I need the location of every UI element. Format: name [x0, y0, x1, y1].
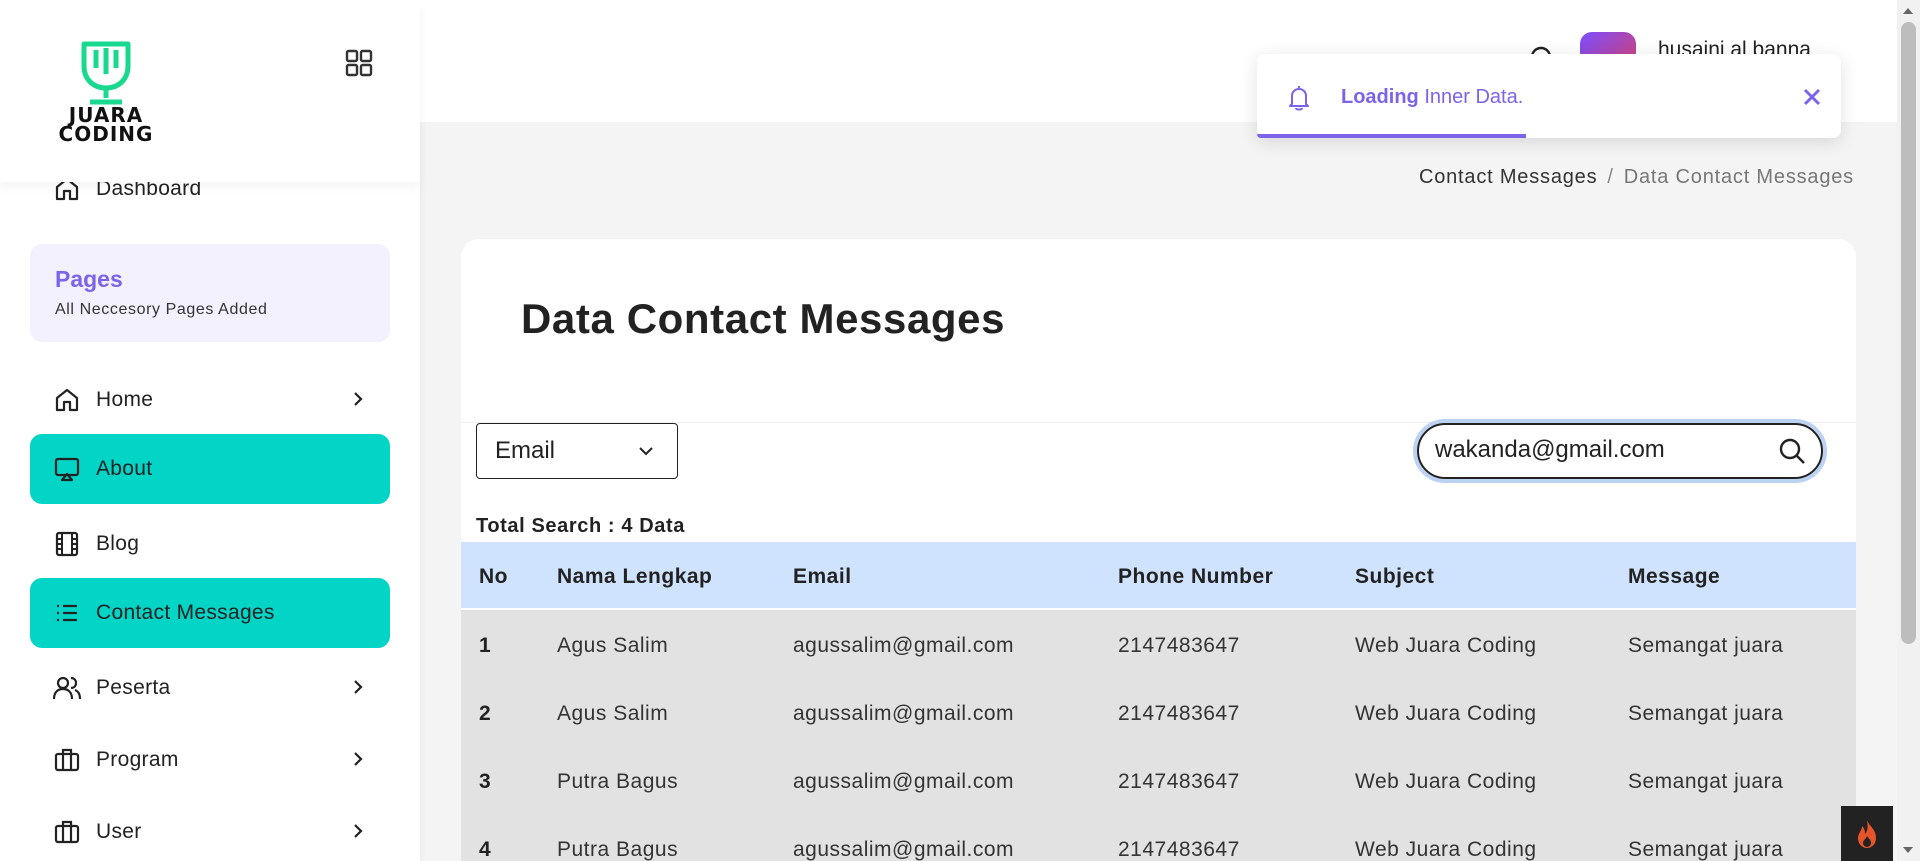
sidebar-item-label: Peserta: [96, 676, 171, 699]
briefcase-icon: [52, 817, 82, 847]
scroll-up-arrow-icon[interactable]: [1903, 8, 1913, 14]
cell-subject: Web Juara Coding: [1355, 770, 1537, 793]
presentation-icon: [52, 454, 82, 484]
cell-phone-number: 2147483647: [1118, 634, 1240, 657]
contact-messages-table: No Nama Lengkap Email Phone Number Subje…: [461, 542, 1856, 861]
table-row[interactable]: 2 Agus Salim agussalim@gmail.com 2147483…: [461, 678, 1856, 746]
toast-progress-bar: [1257, 134, 1526, 138]
cell-no: 2: [479, 702, 492, 725]
column-header-message[interactable]: Message: [1628, 565, 1720, 589]
cell-email: agussalim@gmail.com: [793, 838, 1015, 861]
home-icon: [52, 385, 82, 415]
toast-close-button[interactable]: [1799, 84, 1825, 110]
sidebar-item-peserta[interactable]: Peserta: [30, 653, 390, 723]
sidebar-item-label: Blog: [96, 532, 140, 555]
cell-subject: Web Juara Coding: [1355, 634, 1537, 657]
cell-message: Semangat juara: [1628, 634, 1784, 657]
chevron-right-icon: [346, 675, 370, 699]
toast-message: Loading Inner Data.: [1341, 86, 1523, 109]
close-icon: [1803, 88, 1821, 106]
cell-message: Semangat juara: [1628, 770, 1784, 793]
briefcase-icon: [52, 745, 82, 775]
page-title: Data Contact Messages: [521, 295, 1006, 342]
column-header-no[interactable]: No: [479, 565, 508, 589]
users-icon: [52, 673, 82, 703]
filter-field-select[interactable]: Email: [476, 423, 678, 479]
column-header-phone-number[interactable]: Phone Number: [1118, 565, 1273, 589]
cell-no: 4: [479, 838, 492, 861]
sidebar-item-about[interactable]: About: [30, 434, 390, 504]
sidebar-item-label: User: [96, 820, 142, 843]
table-row[interactable]: 4 Putra Bagus agussalim@gmail.com 214748…: [461, 814, 1856, 861]
pages-card-subtitle: All Neccesory Pages Added: [55, 301, 268, 318]
sidebar-header: JUARA CODING: [0, 0, 420, 182]
sidebar-item-user[interactable]: User: [30, 797, 390, 861]
pages-card: Pages All Neccesory Pages Added: [30, 244, 390, 342]
cell-nama-lengkap: Putra Bagus: [557, 770, 679, 793]
page-scrollbar[interactable]: [1897, 0, 1920, 861]
column-header-email[interactable]: Email: [793, 565, 852, 589]
table-row[interactable]: 3 Putra Bagus agussalim@gmail.com 214748…: [461, 746, 1856, 814]
total-search-count: Total Search : 4 Data: [476, 515, 685, 537]
search-input[interactable]: [1435, 433, 1765, 467]
toast-message-bold: Loading: [1341, 86, 1419, 108]
chevron-down-icon: [635, 440, 657, 462]
filter-select-value: Email: [495, 437, 556, 464]
sidebar-item-home[interactable]: Home: [30, 365, 390, 435]
cell-email: agussalim@gmail.com: [793, 702, 1015, 725]
sidebar: JUARA CODING Dashboard Pages All Necceso…: [0, 0, 420, 861]
sidebar-item-label: Contact Messages: [96, 601, 275, 624]
sidebar-item-label: Program: [96, 748, 179, 771]
cell-no: 3: [479, 770, 492, 793]
sidebar-item-program[interactable]: Program: [30, 725, 390, 795]
flame-icon: [1858, 819, 1876, 848]
column-header-subject[interactable]: Subject: [1355, 565, 1434, 589]
trophy-icon: [81, 41, 131, 105]
cell-message: Semangat juara: [1628, 702, 1784, 725]
cell-email: agussalim@gmail.com: [793, 634, 1015, 657]
sidebar-item-blog[interactable]: Blog: [30, 509, 390, 579]
cell-subject: Web Juara Coding: [1355, 702, 1537, 725]
brand-logo-text: JUARA CODING: [58, 103, 154, 146]
cell-phone-number: 2147483647: [1118, 702, 1240, 725]
pages-card-title: Pages: [55, 266, 123, 292]
column-header-nama-lengkap[interactable]: Nama Lengkap: [557, 565, 712, 589]
film-icon: [52, 529, 82, 559]
sidebar-item-label: Home: [96, 388, 154, 411]
sidebar-item-label: About: [96, 457, 153, 480]
chevron-right-icon: [346, 819, 370, 843]
table-row[interactable]: 1 Agus Salim agussalim@gmail.com 2147483…: [461, 610, 1856, 678]
cell-nama-lengkap: Agus Salim: [557, 634, 669, 657]
list-icon: [52, 598, 82, 628]
breadcrumb: Contact Messages / Data Contact Messages: [1419, 166, 1854, 189]
bell-icon: [1285, 84, 1313, 112]
chevron-right-icon: [346, 747, 370, 771]
toast-notification: Loading Inner Data.: [1257, 54, 1841, 138]
cell-no: 1: [479, 634, 492, 657]
search-icon[interactable]: [1777, 436, 1807, 466]
data-card: Data Contact Messages Email Total Search…: [461, 239, 1856, 861]
cell-nama-lengkap: Agus Salim: [557, 702, 669, 725]
sidebar-item-contact-messages[interactable]: Contact Messages: [30, 578, 390, 648]
cell-nama-lengkap: Putra Bagus: [557, 838, 679, 861]
cell-phone-number: 2147483647: [1118, 770, 1240, 793]
chevron-right-icon: [346, 387, 370, 411]
table-search: [1413, 419, 1827, 483]
scroll-down-arrow-icon[interactable]: [1903, 847, 1913, 853]
apps-grid-button[interactable]: [344, 48, 374, 78]
brand-logo[interactable]: JUARA CODING: [48, 40, 164, 144]
cell-email: agussalim@gmail.com: [793, 770, 1015, 793]
grid-icon: [345, 49, 373, 77]
breadcrumb-current: Data Contact Messages: [1623, 166, 1854, 188]
cell-subject: Web Juara Coding: [1355, 838, 1537, 861]
debug-toolbar-button[interactable]: [1841, 806, 1893, 861]
cell-phone-number: 2147483647: [1118, 838, 1240, 861]
breadcrumb-separator: /: [1607, 166, 1614, 188]
breadcrumb-parent[interactable]: Contact Messages: [1419, 166, 1597, 188]
cell-message: Semangat juara: [1628, 838, 1784, 861]
scrollbar-thumb[interactable]: [1901, 22, 1916, 644]
toast-message-text: Inner Data.: [1418, 86, 1524, 108]
table-header-row: No Nama Lengkap Email Phone Number Subje…: [461, 542, 1856, 610]
